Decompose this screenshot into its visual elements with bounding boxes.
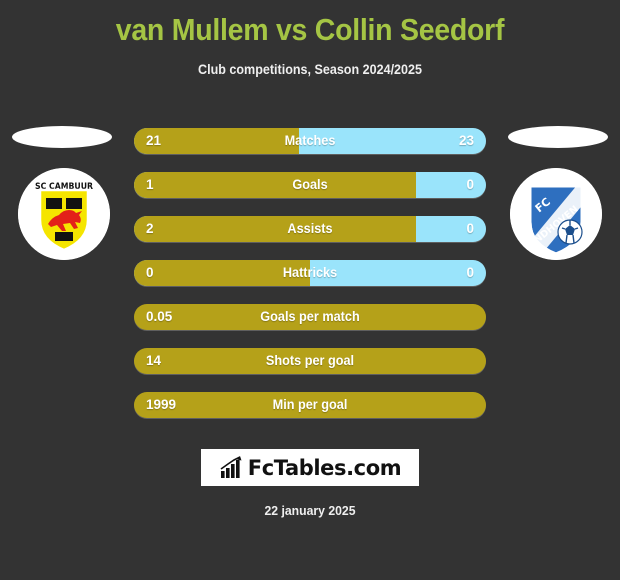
bar-chart-up-icon (220, 455, 242, 478)
fctables-logo[interactable]: FcTables.com (201, 449, 419, 486)
stat-away-value: 0 (466, 221, 474, 236)
fc-eindhoven-badge: FC EINDHOVEN (510, 168, 602, 260)
report-date: 22 january 2025 (264, 503, 356, 518)
stat-row: 1999 Min per goal (134, 392, 486, 418)
stat-away-value: 0 (466, 265, 474, 280)
fc-eindhoven-crest-icon: FC EINDHOVEN (510, 168, 602, 260)
decorative-ellipse-right (508, 126, 608, 148)
stat-row: 14 Shots per goal (134, 348, 486, 374)
stat-row: 0 Hattricks 0 (134, 260, 486, 286)
sc-cambuur-badge: SC CAMBUUR (18, 168, 110, 260)
page-subtitle: Club competitions, Season 2024/2025 (198, 62, 422, 77)
stat-label: Min per goal (272, 397, 348, 412)
stat-label: Hattricks (282, 265, 338, 280)
decorative-ellipse-left (12, 126, 112, 148)
stat-label: Goals (292, 177, 328, 192)
stat-row: 0.05 Goals per match (134, 304, 486, 330)
stat-label: Goals per match (260, 309, 360, 324)
stat-row: 21 Matches 23 (134, 128, 486, 154)
stat-bars-list: 21 Matches 23 1 Goals 0 2 Assists 0 0 Hattricks 0 0.… (134, 128, 486, 436)
stat-label: Matches (284, 133, 336, 148)
sc-cambuur-crest-icon: SC CAMBUUR (18, 168, 110, 260)
fctables-wordmark: FcTables.com (247, 455, 402, 480)
stat-row: 1 Goals 0 (134, 172, 486, 198)
stat-label: Shots per goal (265, 353, 355, 368)
page-title: van Mullem vs Collin Seedorf (115, 12, 505, 47)
comparison-infographic: van Mullem vs Collin Seedorf Club compet… (0, 0, 620, 580)
stat-away-value: 23 (458, 133, 474, 148)
stat-row: 2 Assists 0 (134, 216, 486, 242)
stat-label: Assists (287, 221, 333, 236)
stat-away-value: 0 (466, 177, 474, 192)
